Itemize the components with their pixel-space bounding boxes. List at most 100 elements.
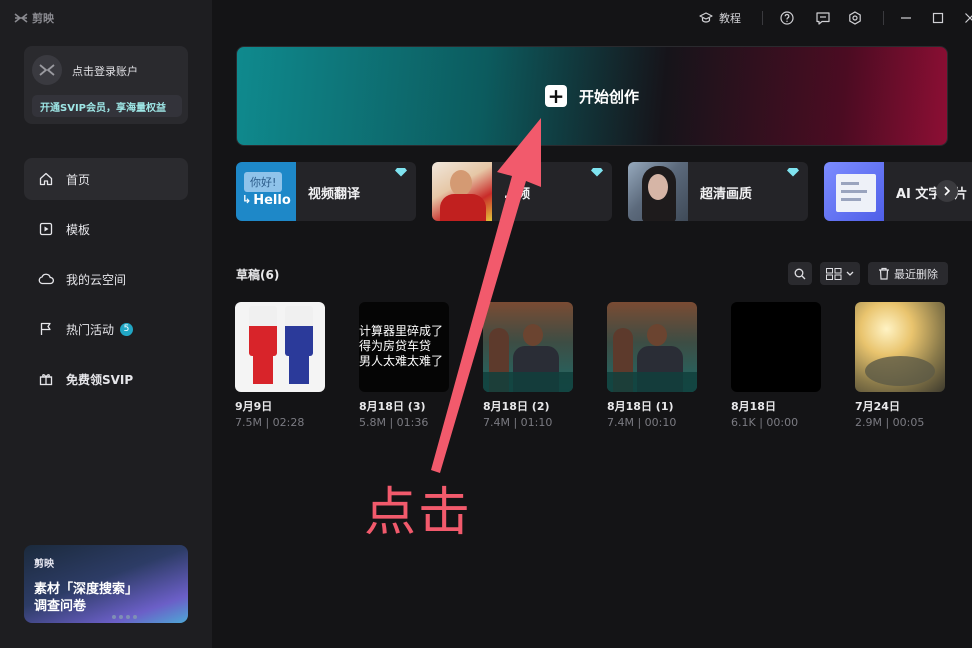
carousel-dots[interactable] — [112, 615, 137, 619]
tool-cards: 你好! ↳ Hello 视频翻译 …频 超清画质 AI 文字成片 — [236, 162, 972, 222]
plus-icon: + — [544, 85, 567, 107]
sidebar-item-events[interactable]: 热门活动 5 — [24, 308, 188, 350]
scroll-right-button[interactable] — [936, 180, 958, 202]
caption-line: 男人太难太难了 — [359, 354, 444, 368]
cloud-icon — [38, 271, 54, 287]
title-bar: 教程 — [690, 0, 972, 36]
start-creating-label: 开始创作 — [578, 87, 639, 106]
start-creating-button[interactable]: + 开始创作 — [236, 46, 948, 146]
draft-name: 7月24日 — [855, 400, 900, 413]
help-button[interactable] — [775, 0, 799, 36]
promo-text: 素材「深度搜索」 调查问卷 — [34, 581, 138, 615]
tool-video-translate[interactable]: 你好! ↳ Hello 视频翻译 — [236, 162, 416, 221]
maximize-button[interactable] — [924, 0, 952, 36]
draft-item[interactable]: 8月18日 (2) 7.4M | 01:10 — [483, 302, 575, 429]
caption-line: 得为房贷车贷 — [359, 339, 432, 353]
return-arrow-icon: ↳ — [242, 193, 252, 206]
settings-button[interactable] — [839, 0, 871, 36]
thumb-text-hello-en: ↳ Hello — [242, 193, 291, 208]
drafts-title: 草稿(6) — [236, 268, 280, 282]
flag-icon — [38, 321, 54, 337]
login-card[interactable]: 点击登录账户 开通SVIP会员，享海量权益 — [24, 46, 188, 124]
svip-upgrade-button[interactable]: 开通SVIP会员，享海量权益 — [32, 95, 182, 117]
login-link[interactable]: 点击登录账户 — [72, 63, 138, 79]
sidebar-item-home[interactable]: 首页 — [24, 158, 188, 200]
chevron-right-icon — [944, 186, 951, 196]
diamond-icon — [787, 168, 799, 177]
draft-item[interactable]: 8月18日 6.1K | 00:00 — [731, 302, 823, 429]
sidebar: 剪映 点击登录账户 开通SVIP会员，享海量权益 首页 模板 我的云空间 热门活… — [0, 0, 212, 648]
avatar[interactable] — [32, 55, 62, 85]
search-button[interactable] — [788, 262, 812, 285]
sidebar-item-templates[interactable]: 模板 — [24, 208, 188, 250]
close-button[interactable] — [956, 0, 972, 36]
draft-thumbnail — [731, 302, 821, 392]
draft-name: 8月18日 (2) — [483, 400, 550, 413]
app-name: 剪映 — [32, 12, 54, 25]
diamond-icon — [395, 168, 407, 177]
separator — [883, 11, 884, 25]
draft-thumbnail — [483, 302, 573, 392]
minimize-button[interactable] — [896, 0, 916, 36]
draft-name: 9月9日 — [235, 400, 273, 413]
draft-meta: 6.1K | 00:00 — [731, 416, 799, 429]
diamond-icon — [591, 168, 603, 177]
draft-toolbar: 最近删除 — [788, 262, 948, 285]
help-icon — [780, 11, 794, 25]
recent-delete-button[interactable]: 最近删除 — [868, 262, 948, 285]
tutorial-button[interactable]: 教程 — [690, 0, 750, 36]
video-translate-thumbnail: 你好! ↳ Hello — [236, 162, 296, 221]
sidebar-item-free-svip[interactable]: 免费领SVIP — [24, 358, 188, 400]
portrait-thumbnail — [628, 162, 688, 221]
draft-thumbnail — [855, 302, 945, 392]
draft-meta: 5.8M | 01:36 — [359, 416, 429, 429]
draft-thumbnail — [235, 302, 325, 392]
tool-label: 超清画质 — [700, 187, 753, 202]
tool-card-2[interactable]: …频 — [432, 162, 612, 221]
feedback-button[interactable] — [807, 0, 839, 36]
app-logo: 剪映 — [14, 10, 54, 26]
graduation-cap-icon — [699, 12, 713, 23]
draft-item[interactable]: 7月24日 2.9M | 00:05 — [855, 302, 947, 429]
draft-meta: 7.5M | 02:28 — [235, 416, 305, 429]
draft-name: 8月18日 (3) — [359, 400, 426, 413]
draft-meta: 7.4M | 01:10 — [483, 416, 553, 429]
draft-item[interactable]: 9月9日 7.5M | 02:28 — [235, 302, 327, 429]
promo-line-1: 素材「深度搜索」 — [34, 582, 139, 597]
template-icon — [38, 221, 54, 237]
maximize-icon — [932, 12, 944, 24]
promo-logo: 剪映 — [34, 555, 54, 570]
sidebar-item-label: 模板 — [66, 222, 91, 237]
minimize-icon — [901, 17, 911, 19]
gift-icon — [38, 371, 54, 387]
document-thumbnail — [824, 162, 884, 221]
home-icon — [38, 171, 54, 187]
sidebar-item-cloud[interactable]: 我的云空间 — [24, 258, 188, 300]
person-photo-thumbnail — [432, 162, 492, 221]
promo-banner[interactable]: 剪映 素材「深度搜索」 调查问卷 — [24, 545, 188, 623]
user-avatar-icon — [39, 64, 55, 76]
grid-view-icon — [826, 267, 842, 280]
draft-thumbnail: 计算器里碎成了 得为房贷车贷 男人太难太难了 — [359, 302, 449, 392]
tool-hd-quality[interactable]: 超清画质 — [628, 162, 808, 221]
count-badge: 5 — [120, 322, 134, 336]
caption-line: 计算器里碎成了 — [359, 324, 444, 338]
tool-label: 视频翻译 — [308, 187, 361, 202]
annotation-label: 点击 — [364, 483, 473, 543]
thumb-text-hello-cn: 你好! — [244, 172, 283, 192]
separator — [762, 11, 763, 25]
draft-item[interactable]: 计算器里碎成了 得为房贷车贷 男人太难太难了 8月18日 (3) 5.8M | … — [359, 302, 451, 429]
sidebar-item-label: 免费领SVIP — [66, 372, 134, 387]
draft-name: 8月18日 — [731, 400, 776, 413]
settings-icon — [849, 11, 861, 25]
draft-name: 8月18日 (1) — [607, 400, 674, 413]
search-icon — [794, 268, 806, 279]
capcut-logo-icon — [14, 13, 28, 23]
draft-meta: 2.9M | 00:05 — [855, 416, 925, 429]
view-mode-dropdown[interactable] — [820, 262, 860, 285]
promo-line-2: 调查问卷 — [34, 599, 87, 614]
feedback-icon — [816, 11, 830, 25]
draft-item[interactable]: 8月18日 (1) 7.4M | 00:10 — [607, 302, 699, 429]
sidebar-item-label: 热门活动 — [66, 322, 115, 337]
tool-label: …频 — [504, 187, 531, 202]
